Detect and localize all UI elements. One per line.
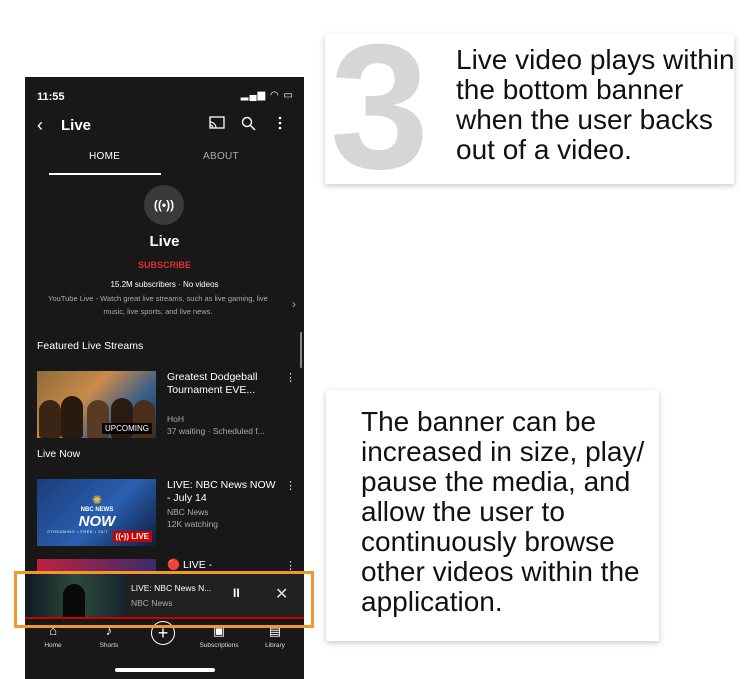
more-vert-icon[interactable]: ⋮	[285, 371, 296, 384]
search-icon[interactable]	[241, 116, 256, 134]
video-channel: HoH	[167, 414, 185, 424]
status-bar: 11:55 ▂▄▆ ◠ ▭	[25, 77, 304, 115]
annotation-text-1: Live video plays within the bottom banne…	[456, 44, 735, 165]
video-channel: NBC News	[167, 507, 209, 517]
annotation-text-2: The banner can be increased in size, pla…	[361, 406, 645, 617]
wifi-icon: ◠	[270, 90, 280, 101]
upcoming-badge: UPCOMING	[102, 423, 152, 434]
scrollbar[interactable]	[300, 332, 302, 368]
chevron-right-icon[interactable]: ›	[292, 297, 296, 311]
status-time: 11:55	[37, 91, 65, 103]
home-indicator	[115, 668, 215, 672]
channel-avatar: ((•))	[144, 185, 184, 225]
annotation-card-1: 3 Live video plays within the bottom ban…	[325, 18, 735, 196]
back-arrow-icon[interactable]: ‹	[37, 115, 43, 136]
tab-home[interactable]: HOME	[89, 151, 120, 162]
channel-tabs: HOME ABOUT	[25, 147, 304, 175]
tab-indicator	[49, 173, 161, 175]
battery-icon: ▭	[283, 90, 294, 101]
nbc-logo: ✺ NBC NEWS NOW	[61, 493, 133, 530]
video-title[interactable]: Greatest Dodgeball Tournament EVE...	[167, 371, 277, 397]
broadcast-icon: ((•))	[153, 198, 175, 212]
cast-icon[interactable]	[209, 116, 225, 133]
more-vert-icon[interactable]	[277, 116, 283, 133]
more-vert-icon[interactable]: ⋮	[285, 479, 296, 492]
video-title[interactable]: LIVE: NBC News NOW - July 14	[167, 479, 277, 505]
subscribe-button[interactable]: SUBSCRIBE	[25, 260, 304, 270]
video-thumbnail-dodgeball[interactable]: UPCOMING	[37, 371, 156, 438]
live-badge: ((•)) LIVE	[112, 531, 152, 542]
channel-name: Live	[149, 233, 180, 250]
section-featured-title: Featured Live Streams	[37, 340, 144, 352]
video-thumbnail-nbc[interactable]: ✺ NBC NEWS NOW STREAMING • FREE • 24/7 (…	[37, 479, 156, 546]
subscriber-count: 15.2M subscribers · No videos	[110, 280, 219, 289]
status-icons: ▂▄▆ ◠ ▭	[241, 90, 294, 101]
top-app-bar: ‹ Live	[25, 113, 304, 141]
video-meta: 37 waiting · Scheduled f...	[167, 426, 265, 436]
tab-about[interactable]: ABOUT	[203, 151, 239, 162]
signal-icon: ▂▄▆	[240, 90, 267, 101]
section-live-now-title: Live Now	[37, 448, 81, 460]
video-meta: 12K watching	[167, 519, 219, 529]
annotation-card-2: The banner can be increased in size, pla…	[326, 390, 659, 641]
peacock-icon: ✺	[91, 493, 103, 507]
step-number: 3	[330, 7, 429, 206]
channel-description[interactable]: YouTube Live - Watch great live streams,…	[43, 292, 273, 318]
mini-player-highlight	[14, 571, 314, 628]
page-title: Live	[61, 117, 92, 134]
